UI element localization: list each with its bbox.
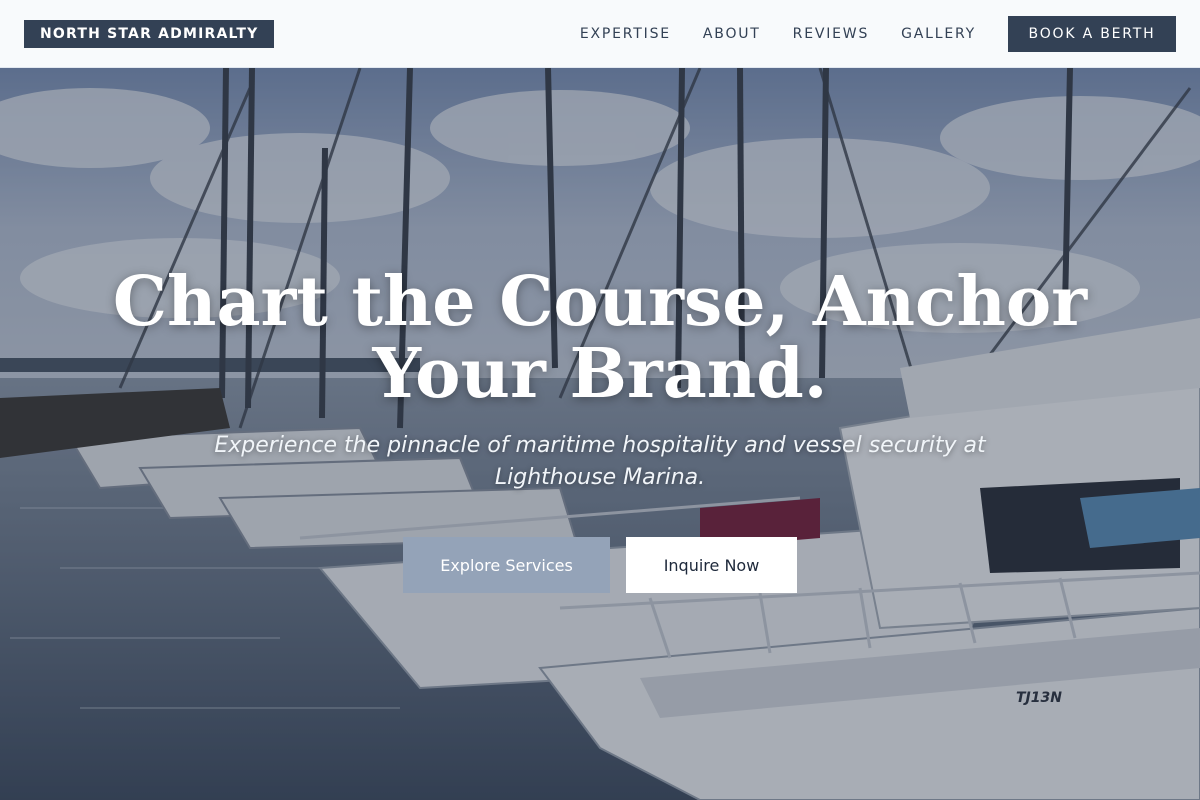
hero-cta-row: Explore Services Inquire Now — [403, 537, 797, 593]
hero-section: TJ13N Chart the Course, Anchor Your Bran… — [0, 68, 1200, 800]
hero-subheadline-line2: Lighthouse Marina. — [494, 465, 706, 490]
hero-headline: Chart the Course, Anchor Your Brand. — [0, 266, 1200, 410]
explore-services-button[interactable]: Explore Services — [403, 537, 610, 593]
nav-link-gallery[interactable]: GALLERY — [901, 26, 976, 42]
site-header: NORTH STAR ADMIRALTY EXPERTISE ABOUT REV… — [0, 0, 1200, 68]
nav-link-about[interactable]: ABOUT — [703, 26, 761, 42]
nav-link-expertise[interactable]: EXPERTISE — [580, 26, 671, 42]
brand-logo[interactable]: NORTH STAR ADMIRALTY — [24, 20, 275, 48]
hero-headline-line2: Your Brand. — [372, 334, 828, 414]
nav-link-reviews[interactable]: REVIEWS — [793, 26, 869, 42]
book-a-berth-button[interactable]: BOOK A BERTH — [1008, 16, 1176, 52]
hero-subheadline: Experience the pinnacle of maritime hosp… — [200, 430, 1000, 494]
inquire-now-button[interactable]: Inquire Now — [626, 537, 797, 593]
hero-subheadline-line1: Experience the pinnacle of maritime hosp… — [214, 433, 986, 458]
main-nav: EXPERTISE ABOUT REVIEWS GALLERY — [580, 0, 976, 68]
hero-headline-line1: Chart the Course, Anchor — [112, 262, 1088, 342]
